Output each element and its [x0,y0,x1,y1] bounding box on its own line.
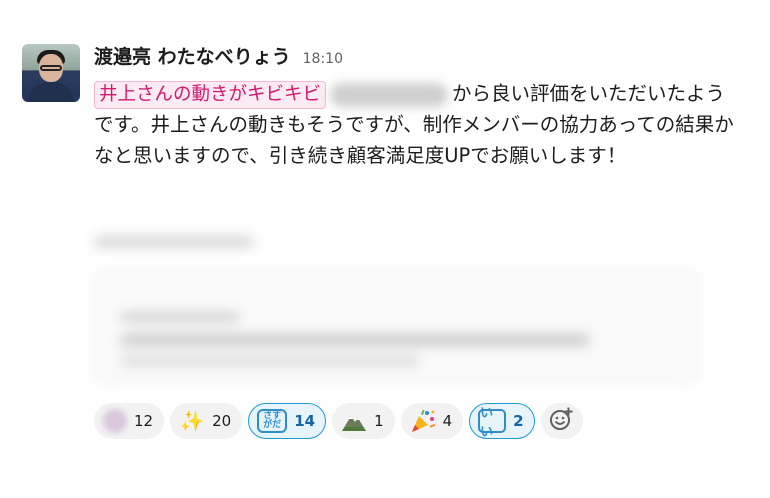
reaction-pill[interactable]: 4 [400,403,464,439]
blurred-line [120,312,240,322]
reaction-count: 2 [513,412,524,430]
message-header: 渡邉亮 わたなべりょう 18:10 [94,42,734,72]
redacted-name [330,82,449,107]
sugoi-text-icon: さす がだ [257,409,288,433]
sender-name[interactable]: 渡邉亮 わたなべりょう [94,42,291,69]
blurred-emoji-icon [103,409,127,433]
reaction-count: 14 [294,412,316,430]
party-popper-icon [410,408,436,434]
avatar-body [28,82,74,102]
reaction-count: 12 [134,412,154,430]
message-timestamp[interactable]: 18:10 [303,51,343,67]
mountain-icon [341,408,367,434]
reaction-pill[interactable]: 12 [94,403,165,439]
icon-text-line: がだ [263,420,282,430]
reactions-bar: 12 ✨ 20 さす がだ 14 1 4 いい 2 [94,403,583,440]
reaction-pill[interactable]: さす がだ 14 [248,403,327,439]
ii-text-icon: いい [478,406,507,440]
blurred-attachment [94,236,704,396]
avatar[interactable] [22,44,80,102]
reaction-pill[interactable]: ✨ 20 [170,403,243,439]
reaction-pill[interactable]: いい 2 [469,403,535,440]
message-content: 渡邉亮 わたなべりょう 18:10 井上さんの動きがキビキビ から良い評価をいただ… [94,42,734,171]
blurred-attachment-title [94,236,254,248]
avatar-glasses [40,65,62,71]
reaction-count: 1 [374,412,384,430]
add-reaction-button[interactable] [540,403,583,439]
blurred-line [120,334,590,346]
blurred-attachment-card[interactable] [94,270,700,382]
reaction-pill[interactable]: 1 [332,403,395,439]
reaction-count: 20 [212,412,232,430]
add-emoji-icon [549,406,575,436]
sparkles-icon: ✨ [179,409,205,433]
message-text: 井上さんの動きがキビキビ から良い評価をいただいたようです。井上さんの動きもそうで… [94,78,734,171]
reaction-count: 4 [442,412,453,430]
blurred-line [120,356,420,366]
mention-tag[interactable]: 井上さんの動きがキビキビ [94,81,327,109]
